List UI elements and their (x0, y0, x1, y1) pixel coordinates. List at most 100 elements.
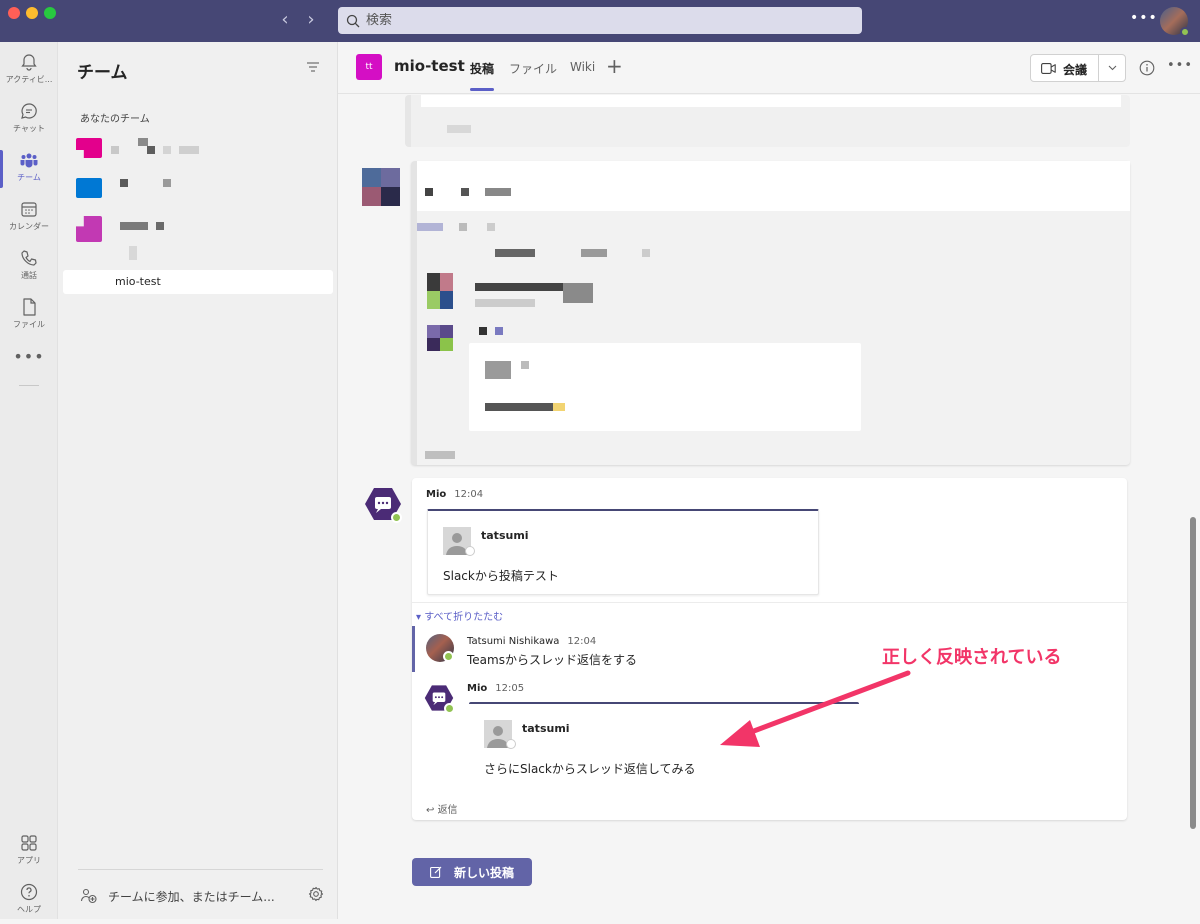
previous-post (405, 95, 1130, 147)
redacted-text (475, 299, 535, 307)
phone-icon (21, 250, 37, 266)
search-input[interactable] (366, 13, 846, 28)
rail-item-calendar[interactable]: カレンダー (0, 195, 58, 241)
post-card (411, 161, 1130, 465)
redacted-text (147, 146, 155, 154)
reply-header: Tatsumi Nishikawa 12:04 (467, 636, 596, 647)
redacted-text (163, 179, 171, 187)
reply-label: 返信 (437, 805, 458, 816)
divider (412, 602, 1127, 603)
redacted-text (179, 146, 199, 154)
apps-icon (21, 835, 37, 851)
team-avatar (76, 138, 102, 158)
tab-wiki[interactable]: Wiki (570, 60, 595, 74)
tab-files[interactable]: ファイル (509, 60, 557, 77)
redacted-text (521, 361, 529, 369)
collapse-label: すべて折りたたむ (424, 612, 504, 623)
channel-name: mio-test (115, 275, 161, 288)
card-author: tatsumi (522, 722, 570, 735)
rail-label: チャット (13, 124, 45, 133)
new-post-button[interactable]: 新しい投稿 (412, 858, 532, 886)
message-time: 12:04 (567, 636, 597, 647)
panel-title: チーム (77, 63, 128, 83)
redacted-text (563, 283, 593, 303)
info-icon[interactable] (1139, 60, 1155, 76)
meet-label: 会議 (1063, 63, 1088, 77)
rail-item-teams[interactable]: チーム (0, 146, 58, 192)
channel-avatar: tt (356, 54, 382, 80)
rail-label: アプリ (17, 856, 41, 865)
meet-dropdown[interactable] (1098, 54, 1126, 82)
redacted-text (642, 249, 650, 257)
teams-window: ‹ › ••• アクティビ... チャット チーム カレンダー 通話 (0, 0, 1200, 919)
card-message: さらにSlackからスレッド返信してみる (484, 762, 696, 776)
zoom-window-button[interactable] (44, 7, 56, 19)
channel-item-selected[interactable]: mio-test (63, 270, 333, 294)
presence-badge (1180, 27, 1190, 37)
avatar (427, 273, 453, 309)
reply-message: Teamsからスレッド返信をする (467, 653, 637, 667)
slack-badge-icon (465, 546, 475, 556)
join-or-create-team-button[interactable]: チームに参加、またはチーム... (80, 885, 280, 905)
adaptive-card: tatsumi Slackから投稿テスト (427, 509, 819, 595)
rail-label: チーム (17, 173, 41, 182)
minimize-window-button[interactable] (26, 7, 38, 19)
gear-icon[interactable] (308, 886, 324, 902)
rail-item-files[interactable]: ファイル (0, 293, 58, 339)
app-rail: アクティビ... チャット チーム カレンダー 通話 ファイル ••• アプリ (0, 42, 58, 919)
redacted-text (120, 179, 128, 187)
card-message: Slackから投稿テスト (443, 569, 559, 583)
redacted-text (425, 188, 433, 196)
user-avatar[interactable] (1160, 7, 1190, 37)
calendar-icon (21, 202, 37, 217)
redacted-text (459, 223, 467, 231)
close-window-button[interactable] (8, 7, 20, 19)
reply-button[interactable]: ↩ 返信 (426, 801, 458, 816)
more-apps-icon[interactable]: ••• (0, 347, 58, 366)
add-team-icon (80, 888, 97, 904)
card-author: tatsumi (481, 529, 529, 542)
redacted-text (447, 125, 471, 133)
team-item[interactable] (63, 174, 333, 202)
redacted-text (425, 451, 455, 459)
rail-item-chat[interactable]: チャット (0, 97, 58, 143)
rail-item-apps[interactable]: アプリ (0, 829, 58, 875)
back-arrow-icon[interactable]: ‹ (276, 10, 294, 30)
tab-posts[interactable]: 投稿 (470, 60, 495, 91)
conversation-area: Mio 12:04 tatsumi Slackから投稿テスト ▾ すべて折りたたむ… (338, 95, 1200, 919)
bell-icon (21, 54, 37, 71)
redacted-text (156, 222, 164, 230)
filter-icon[interactable] (306, 61, 320, 73)
redacted-text (129, 246, 137, 260)
team-item[interactable] (63, 134, 333, 162)
message-header: Mio 12:04 (426, 489, 483, 500)
redacted-text (485, 188, 511, 196)
compose-icon (430, 866, 442, 878)
redacted-text (479, 327, 487, 335)
rail-label: カレンダー (9, 222, 49, 231)
help-icon (20, 883, 38, 901)
teams-icon (20, 153, 38, 168)
more-options-icon[interactable]: ••• (1167, 58, 1193, 73)
search-icon (346, 14, 360, 27)
avatar (426, 634, 454, 662)
collapse-all-link[interactable]: ▾ すべて折りたたむ (416, 608, 503, 623)
rail-item-calls[interactable]: 通話 (0, 244, 58, 290)
scrollbar[interactable] (1190, 517, 1196, 829)
redacted-card (417, 161, 1130, 211)
rail-item-help[interactable]: ヘルプ (0, 878, 58, 924)
rail-label: 通話 (21, 271, 37, 280)
team-item[interactable] (63, 212, 333, 260)
forward-arrow-icon[interactable]: › (302, 10, 320, 30)
message-time: 12:04 (454, 489, 484, 500)
rail-item-activity[interactable]: アクティビ... (0, 48, 58, 94)
add-tab-icon[interactable]: + (606, 54, 623, 78)
reply-header: Mio 12:05 (467, 683, 524, 694)
search-box[interactable] (338, 7, 862, 34)
redacted-text (495, 327, 503, 335)
more-options-icon[interactable]: ••• (1130, 10, 1158, 26)
chat-icon (21, 103, 37, 119)
sender-name: Tatsumi Nishikawa (467, 636, 560, 647)
redacted-text (111, 146, 119, 154)
avatar (362, 168, 400, 206)
